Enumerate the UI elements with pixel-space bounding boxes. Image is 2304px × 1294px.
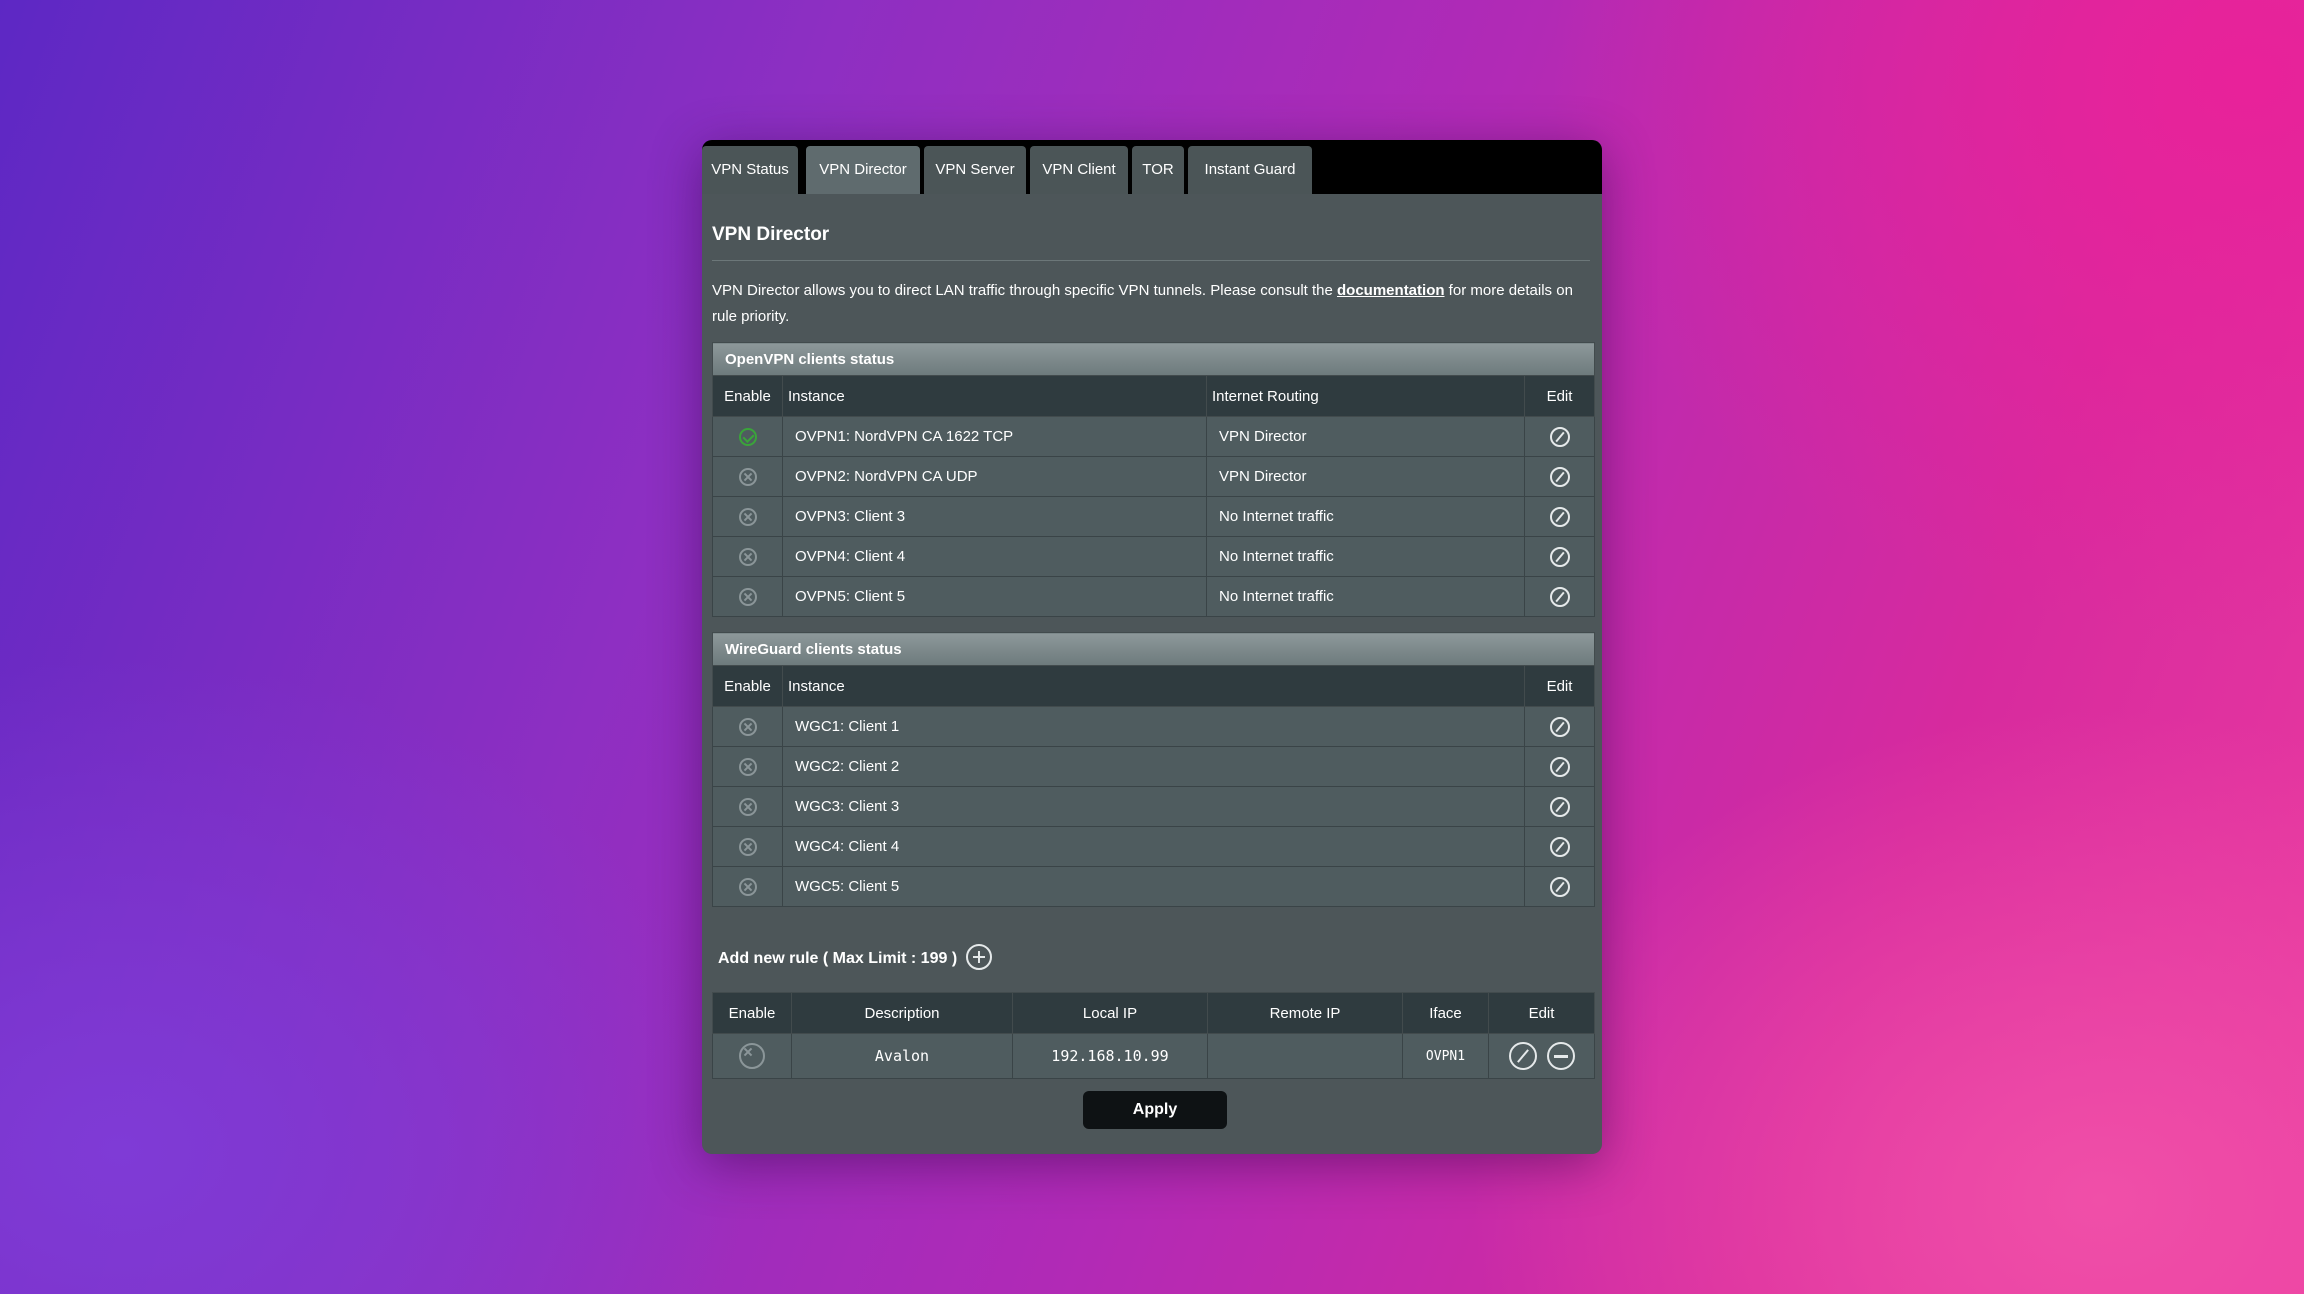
- tab-bar: VPN Status VPN Director VPN Server VPN C…: [702, 140, 1602, 194]
- instance-name: OVPN5: Client 5: [782, 576, 1207, 617]
- tab-vpn-director[interactable]: VPN Director: [806, 146, 920, 194]
- instance-name: WGC5: Client 5: [782, 866, 1525, 907]
- table-row: WGC1: Client 1: [712, 706, 1596, 747]
- rule-row: Avalon 192.168.10.99 OVPN1: [712, 1033, 1595, 1079]
- instance-name: OVPN3: Client 3: [782, 496, 1207, 537]
- vpn-director-panel: VPN Status VPN Director VPN Server VPN C…: [702, 140, 1602, 1154]
- add-rule-plus-icon[interactable]: [965, 944, 992, 970]
- edit-icon[interactable]: [1549, 546, 1570, 567]
- delete-minus-icon[interactable]: [1546, 1042, 1575, 1070]
- table-row: WGC2: Client 2: [712, 746, 1596, 787]
- col-enable: Enable: [712, 375, 783, 417]
- col-edit: Edit: [1523, 375, 1596, 417]
- table-row: OVPN5: Client 5 No Internet traffic: [712, 576, 1596, 617]
- rule-remote-ip: [1207, 1033, 1403, 1079]
- col-edit: Edit: [1488, 992, 1595, 1034]
- instance-name: WGC3: Client 3: [782, 786, 1525, 827]
- tab-tor[interactable]: TOR: [1132, 146, 1184, 194]
- rules-table: Enable Description Local IP Remote IP If…: [712, 992, 1595, 1079]
- tab-vpn-server[interactable]: VPN Server: [924, 146, 1026, 194]
- instance-name: WGC4: Client 4: [782, 826, 1525, 867]
- instance-name: OVPN2: NordVPN CA UDP: [782, 456, 1207, 497]
- rule-description: Avalon: [791, 1033, 1013, 1079]
- disabled-x-icon[interactable]: [738, 507, 757, 526]
- col-instance: Instance: [782, 375, 1207, 417]
- edit-icon[interactable]: [1549, 796, 1570, 817]
- edit-icon[interactable]: [1549, 836, 1570, 857]
- openvpn-section-title: OpenVPN clients status: [711, 342, 1596, 376]
- edit-icon[interactable]: [1549, 586, 1570, 607]
- col-enable: Enable: [712, 992, 792, 1034]
- table-row: OVPN3: Client 3 No Internet traffic: [712, 496, 1596, 537]
- col-local-ip: Local IP: [1012, 992, 1208, 1034]
- apply-button[interactable]: Apply: [1083, 1091, 1227, 1129]
- col-description: Description: [791, 992, 1013, 1034]
- documentation-link[interactable]: documentation: [1337, 282, 1445, 299]
- col-instance: Instance: [782, 665, 1525, 707]
- disabled-x-icon[interactable]: [738, 757, 757, 776]
- disabled-x-icon[interactable]: [738, 837, 757, 856]
- rule-local-ip: 192.168.10.99: [1012, 1033, 1208, 1079]
- wireguard-clients-table: WireGuard clients status Enable Instance…: [711, 632, 1596, 907]
- add-rule-label: Add new rule ( Max Limit : 199 ): [718, 950, 958, 968]
- instance-name: WGC1: Client 1: [782, 706, 1525, 747]
- table-row: WGC4: Client 4: [712, 826, 1596, 867]
- col-edit: Edit: [1523, 665, 1596, 707]
- routing-value: No Internet traffic: [1206, 496, 1525, 537]
- rule-iface: OVPN1: [1402, 1033, 1489, 1079]
- disabled-x-icon[interactable]: [738, 797, 757, 816]
- edit-icon[interactable]: [1549, 506, 1570, 527]
- routing-value: VPN Director: [1206, 416, 1525, 457]
- enabled-check-icon[interactable]: [738, 427, 757, 446]
- table-row: OVPN1: NordVPN CA 1622 TCP VPN Director: [712, 416, 1596, 457]
- routing-value: VPN Director: [1206, 456, 1525, 497]
- tab-vpn-status[interactable]: VPN Status: [702, 146, 798, 194]
- disabled-x-icon[interactable]: [738, 587, 757, 606]
- col-remote-ip: Remote IP: [1207, 992, 1403, 1034]
- col-iface: Iface: [1402, 992, 1489, 1034]
- tab-instant-guard[interactable]: Instant Guard: [1188, 146, 1312, 194]
- disabled-x-icon[interactable]: [738, 467, 757, 486]
- routing-value: No Internet traffic: [1206, 576, 1525, 617]
- edit-icon[interactable]: [1508, 1042, 1537, 1070]
- openvpn-clients-table: OpenVPN clients status Enable Instance I…: [711, 342, 1596, 617]
- add-rule-heading: Add new rule ( Max Limit : 199 ): [718, 944, 992, 972]
- routing-value: No Internet traffic: [1206, 536, 1525, 577]
- col-enable: Enable: [712, 665, 783, 707]
- description-text: VPN Director allows you to direct LAN tr…: [712, 282, 1338, 299]
- table-row: WGC5: Client 5: [712, 866, 1596, 907]
- edit-icon[interactable]: [1549, 756, 1570, 777]
- instance-name: OVPN4: Client 4: [782, 536, 1207, 577]
- disabled-x-icon[interactable]: [738, 547, 757, 566]
- disabled-x-icon[interactable]: [739, 1043, 765, 1069]
- disabled-x-icon[interactable]: [738, 717, 757, 736]
- instance-name: OVPN1: NordVPN CA 1622 TCP: [782, 416, 1207, 457]
- disabled-x-icon[interactable]: [738, 877, 757, 896]
- edit-icon[interactable]: [1549, 466, 1570, 487]
- edit-icon[interactable]: [1549, 876, 1570, 897]
- page-title: VPN Director: [712, 224, 1590, 261]
- table-row: OVPN4: Client 4 No Internet traffic: [712, 536, 1596, 577]
- tab-vpn-client[interactable]: VPN Client: [1030, 146, 1128, 194]
- page-description: VPN Director allows you to direct LAN tr…: [712, 278, 1590, 330]
- table-row: OVPN2: NordVPN CA UDP VPN Director: [712, 456, 1596, 497]
- table-row: WGC3: Client 3: [712, 786, 1596, 827]
- wireguard-section-title: WireGuard clients status: [711, 632, 1596, 666]
- edit-icon[interactable]: [1549, 426, 1570, 447]
- edit-icon[interactable]: [1549, 716, 1570, 737]
- instance-name: WGC2: Client 2: [782, 746, 1525, 787]
- col-internet-routing: Internet Routing: [1206, 375, 1525, 417]
